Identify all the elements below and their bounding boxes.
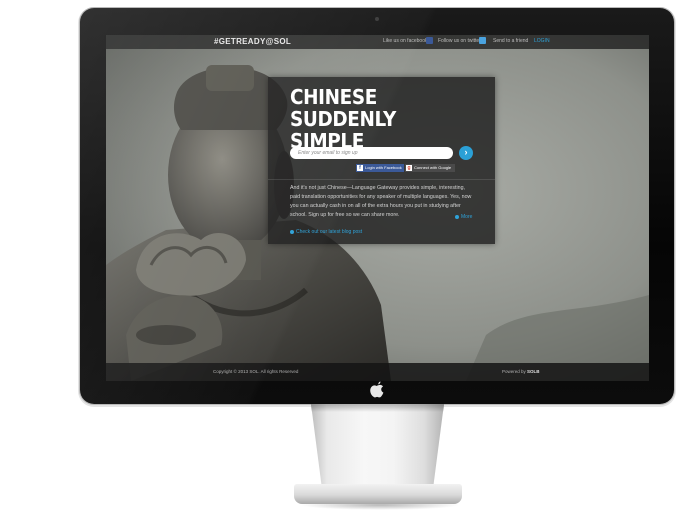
site-footer: Copyright © 2013 SOL. All rights Reserve… (106, 363, 649, 381)
top-navigation-bar: #GETREADY@SOL Like us on facebook Follow… (106, 35, 649, 49)
powered-by-brand: SOLB (527, 369, 540, 374)
headline-line-2: SUDDENLY SIMPLE (290, 107, 396, 153)
bullet-icon (290, 229, 294, 234)
page-headline: CHINESE SUDDENLY SIMPLE (290, 86, 474, 152)
more-link[interactable]: More (455, 214, 472, 220)
brand-hashtag: #GETREADY@SOL (214, 37, 292, 46)
facebook-icon: f (357, 165, 363, 171)
facebook-login-label: Login with Facebook (365, 165, 402, 170)
panel-divider (268, 179, 495, 180)
headline-line-1: CHINESE (290, 85, 377, 109)
blog-post-link[interactable]: Check out our latest blog post (290, 229, 362, 235)
apple-logo-icon (370, 381, 384, 398)
google-connect-button[interactable]: g Connect with Google (405, 164, 455, 172)
facebook-icon[interactable] (426, 37, 433, 44)
monitor-stand-base (294, 484, 462, 504)
twitter-follow-link[interactable]: Follow us on twitter (438, 38, 481, 44)
camera-dot (375, 17, 379, 21)
monitor-bezel: #GETREADY@SOL Like us on facebook Follow… (80, 8, 674, 404)
facebook-login-button[interactable]: f Login with Facebook (356, 164, 404, 172)
google-connect-label: Connect with Google (414, 165, 452, 170)
powered-by-prefix: Powered by (502, 369, 526, 374)
bullet-icon (455, 214, 459, 219)
google-icon: g (406, 165, 412, 171)
stand-shadow (311, 404, 444, 412)
powered-by-text: Powered by SOLB (502, 369, 540, 374)
send-to-friend-link[interactable]: Send to a friend (493, 38, 528, 44)
blog-post-link-label: Check out our latest blog post (296, 229, 363, 235)
signup-panel: CHINESE SUDDENLY SIMPLE › f Login with F… (268, 77, 495, 244)
facebook-like-link[interactable]: Like us on facebook (383, 38, 427, 44)
login-link[interactable]: LOGIN (534, 38, 550, 44)
website-screen: #GETREADY@SOL Like us on facebook Follow… (106, 35, 649, 381)
description-text: And it's not just Chinese—Language Gatew… (290, 185, 472, 218)
twitter-icon[interactable] (479, 37, 486, 44)
email-signup-input[interactable] (290, 147, 453, 159)
more-link-label: More (461, 214, 473, 220)
copyright-text: Copyright © 2013 SOL. All rights Reserve… (213, 369, 299, 374)
monitor-stand-neck (311, 404, 444, 486)
arrow-right-icon[interactable]: › (459, 146, 473, 160)
